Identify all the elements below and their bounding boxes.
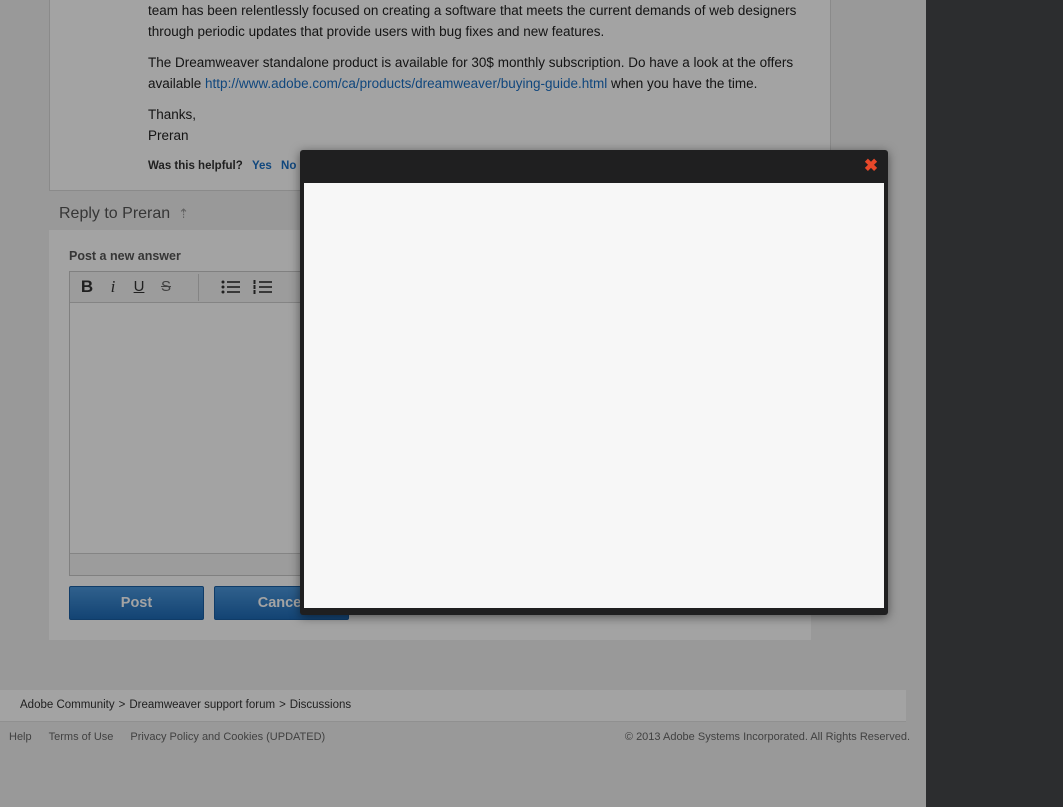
modal-content: [304, 183, 884, 608]
side-panel: [926, 0, 1063, 807]
close-icon[interactable]: ✖: [862, 157, 880, 175]
modal-dialog: ✖: [300, 150, 888, 615]
